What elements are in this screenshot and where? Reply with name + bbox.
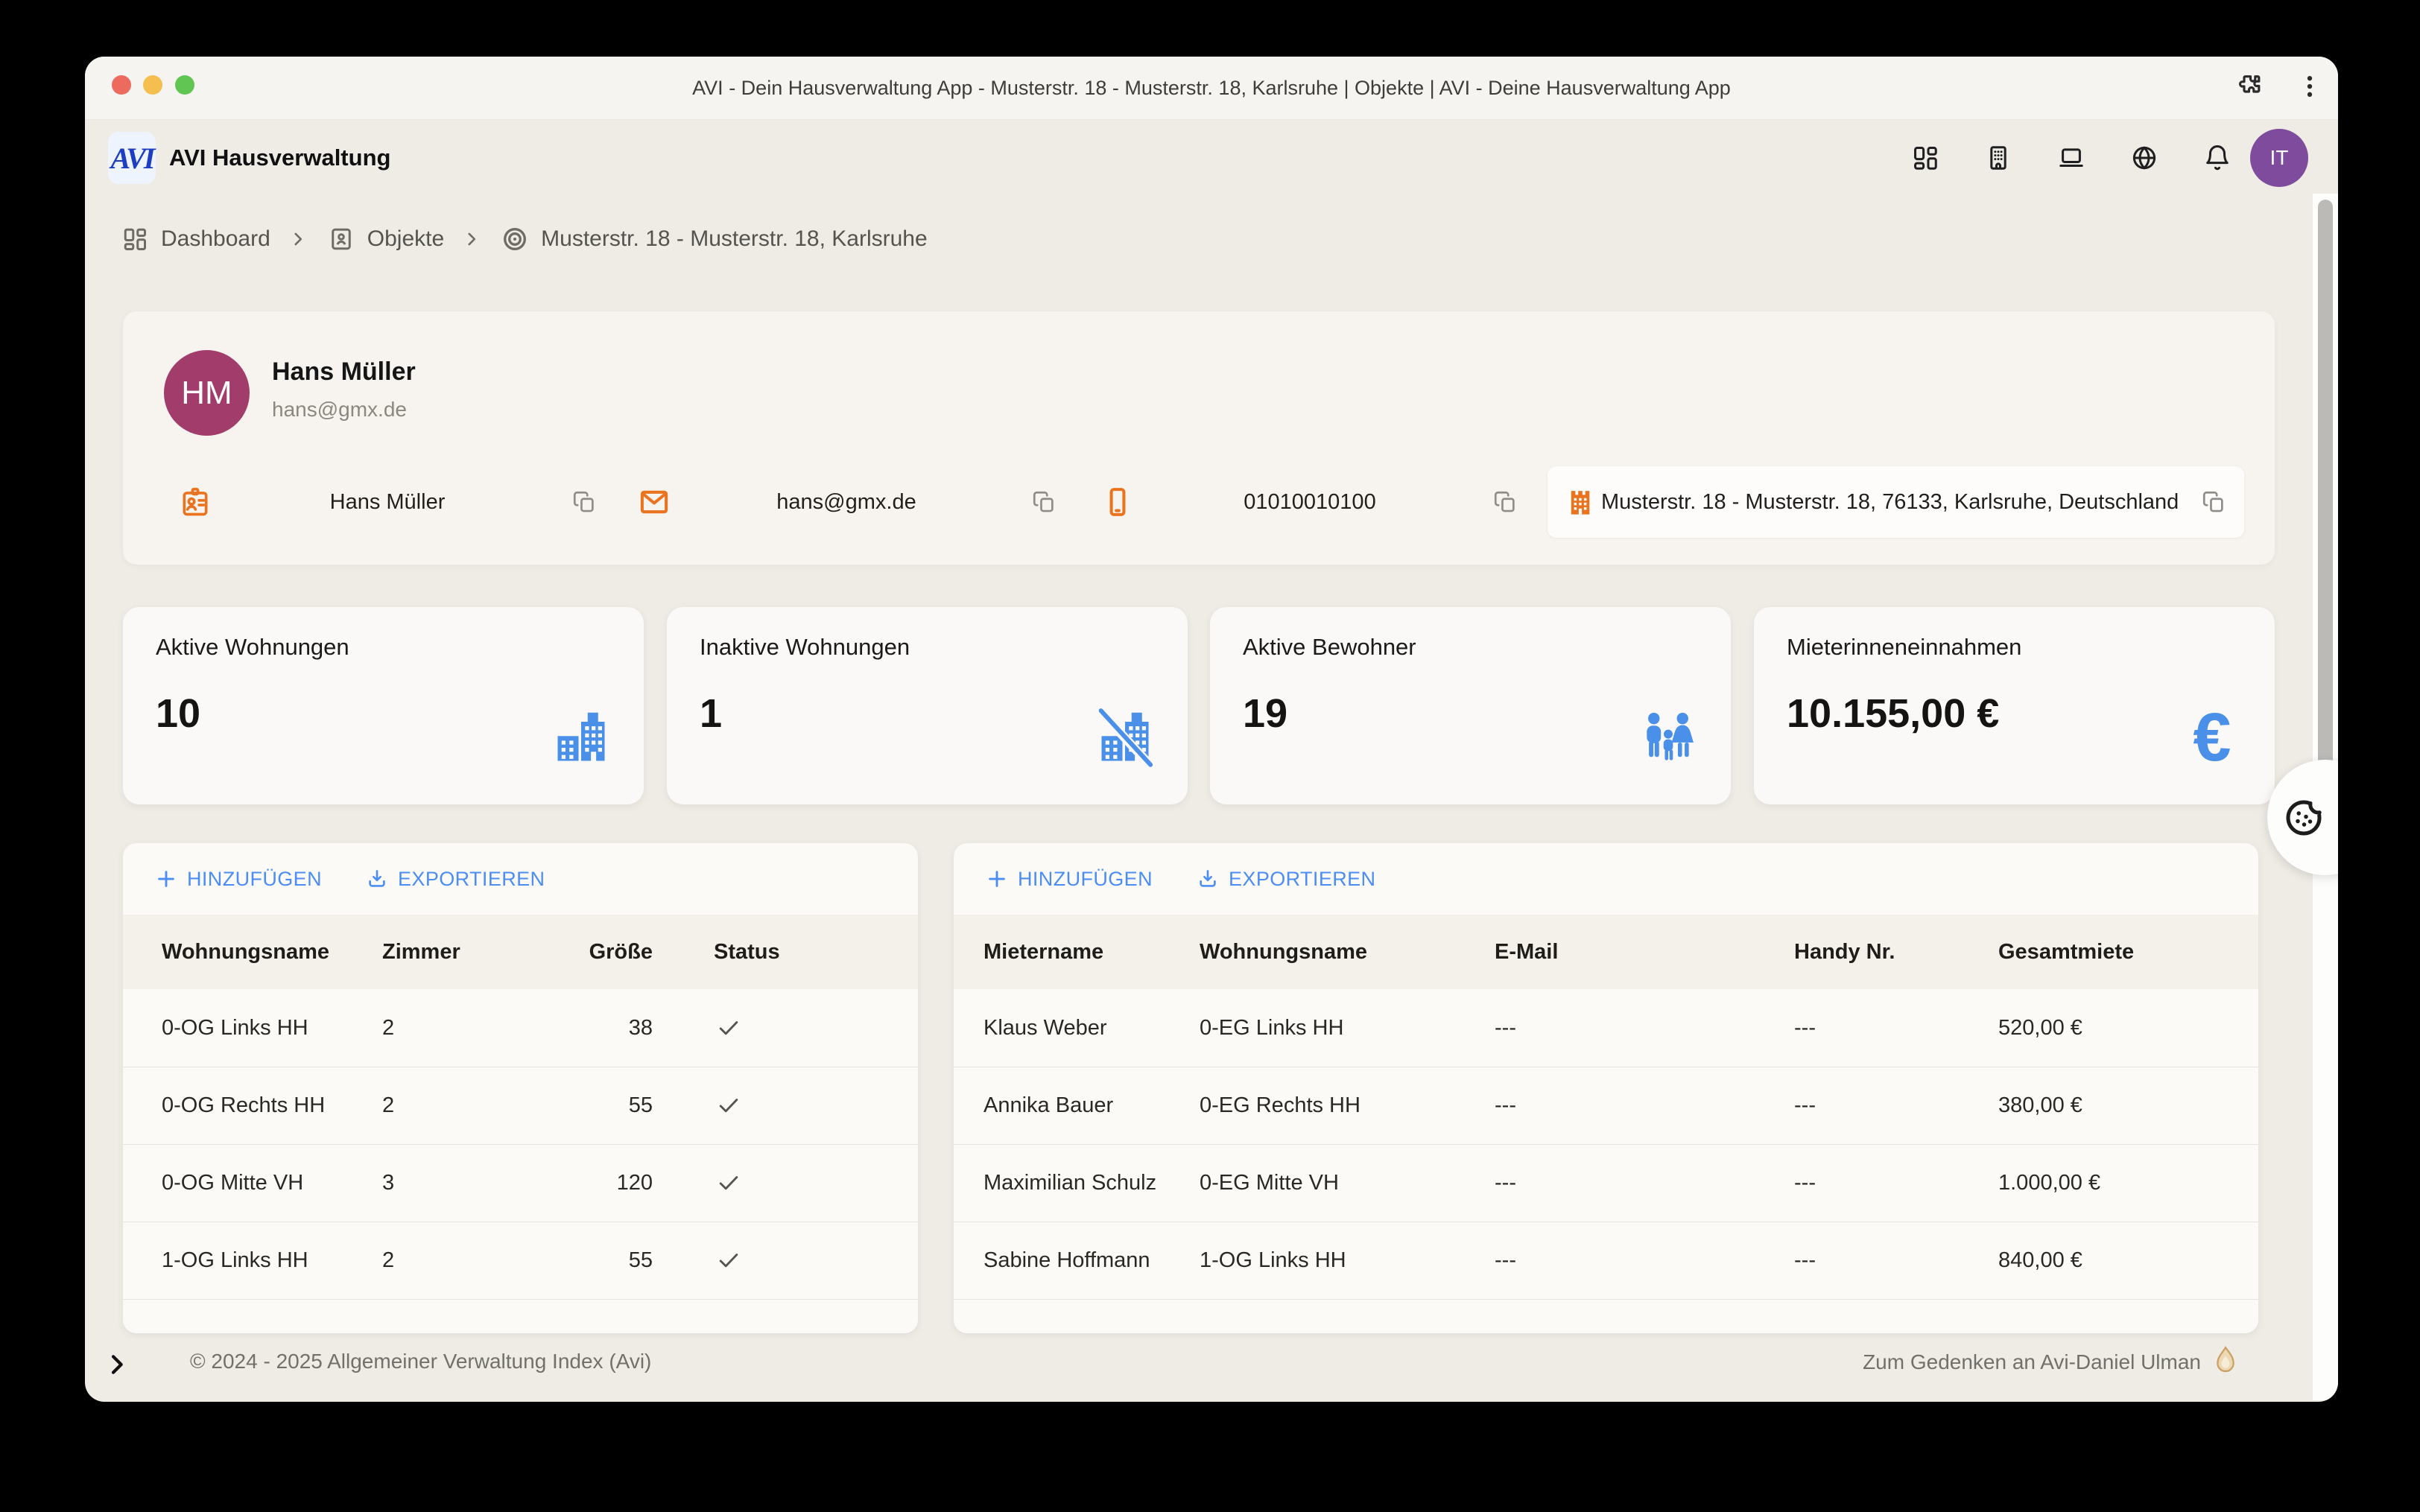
stat-label: Aktive Wohnungen (156, 634, 349, 661)
user-avatar[interactable]: IT (2250, 129, 2308, 187)
plus-icon (985, 867, 1009, 891)
copy-icon[interactable] (1491, 488, 1519, 516)
breadcrumb-label: Musterstr. 18 - Musterstr. 18, Karlsruhe (541, 226, 928, 252)
contact-email-value: hans@gmx.de (679, 486, 1014, 518)
apartments-toolbar: HINZUFÜGEN EXPORTIEREN (123, 843, 918, 915)
export-button[interactable]: EXPORTIEREN (365, 867, 545, 891)
sidebar-expand-chevron[interactable] (104, 1347, 134, 1382)
bell-icon[interactable] (2202, 143, 2232, 173)
stat-card-active-apartments: Aktive Wohnungen 10 (123, 607, 644, 804)
apartments-table-header: Wohnungsname Zimmer Größe Status (123, 915, 918, 989)
candle-flame-icon (2213, 1345, 2238, 1379)
dashboard-grid-icon[interactable] (1910, 143, 1940, 173)
add-button[interactable]: HINZUFÜGEN (154, 867, 322, 891)
contact-address-value: Musterstr. 18 - Musterstr. 18, 76133, Ka… (1601, 490, 2179, 515)
plus-icon (154, 867, 178, 891)
tenants-table-header: Mietername Wohnungsname E-Mail Handy Nr.… (954, 915, 2258, 989)
laptop-icon[interactable] (2056, 143, 2086, 173)
table-row[interactable]: Klaus Weber0-EG Links HH------520,00 € (954, 989, 2258, 1067)
chevron-right-icon (462, 229, 481, 249)
app-name: AVI Hausverwaltung (169, 144, 390, 171)
contact-card-icon (326, 223, 357, 255)
stat-card-active-residents: Aktive Bewohner 19 (1210, 607, 1731, 804)
check-icon (714, 1168, 744, 1198)
stat-value: 1 (700, 690, 722, 737)
table-row[interactable]: Annika Bauer0-EG Rechts HH------380,00 € (954, 1067, 2258, 1145)
check-icon (714, 1090, 744, 1120)
breadcrumb-item-current[interactable]: Musterstr. 18 - Musterstr. 18, Karlsruhe (499, 223, 928, 255)
breadcrumb-item-objekte[interactable]: Objekte (326, 223, 444, 255)
owner-name: Hans Müller (272, 358, 416, 387)
breadcrumb-label: Dashboard (161, 226, 270, 252)
table-row[interactable]: Maximilian Schulz0-EG Mitte VH------1.00… (954, 1144, 2258, 1222)
mail-icon (638, 486, 671, 518)
owner-avatar: HM (164, 350, 250, 436)
copy-icon[interactable] (1030, 488, 1058, 516)
breadcrumb: Dashboard Objekte Musterst (119, 216, 928, 262)
stat-label: Mieterinneneinnahmen (1787, 634, 2021, 661)
stat-value: 10 (156, 690, 200, 737)
smartphone-icon (1101, 486, 1134, 518)
family-icon (1637, 706, 1700, 769)
memorial-text: Zum Gedenken an Avi-Daniel Ulman (1863, 1350, 2201, 1374)
table-row[interactable]: 0-OG Mitte VH3120 (123, 1144, 918, 1222)
browser-titlebar: AVI - Dein Hausverwaltung App - Musterst… (85, 57, 2338, 120)
building-slash-icon (1094, 706, 1156, 769)
cookie-icon (2281, 795, 2326, 840)
building-solid-icon (1564, 486, 1597, 518)
copy-icon[interactable] (2199, 488, 2228, 516)
copy-icon[interactable] (570, 488, 598, 516)
euro-icon: € (2181, 706, 2243, 769)
scrollbar-thumb[interactable] (2318, 200, 2333, 781)
dashboard-grid-icon (119, 223, 151, 255)
browser-window: AVI - Dein Hausverwaltung App - Musterst… (85, 57, 2338, 1402)
owner-email: hans@gmx.de (272, 398, 407, 422)
extensions-icon[interactable] (2231, 69, 2267, 104)
apartments-table-card: HINZUFÜGEN EXPORTIEREN Wohnungsname Zimm… (123, 843, 918, 1333)
cookie-settings-button[interactable] (2267, 760, 2338, 875)
download-icon (1196, 867, 1220, 891)
owner-profile-card: HM Hans Müller hans@gmx.de Hans Müller (123, 311, 2275, 565)
stat-card-rental-income: Mieterinneneinnahmen 10.155,00 € € (1754, 607, 2275, 804)
address-chip: Musterstr. 18 - Musterstr. 18, 76133, Ka… (1548, 466, 2244, 538)
building-solid-icon (550, 706, 612, 769)
breadcrumb-item-dashboard[interactable]: Dashboard (119, 223, 270, 255)
download-icon (365, 867, 389, 891)
app-header: AVI AVI Hausverwaltung (85, 119, 2338, 197)
eye-icon (499, 223, 530, 255)
check-icon (714, 1245, 744, 1275)
id-badge-icon (179, 486, 212, 518)
stat-label: Inaktive Wohnungen (700, 634, 910, 661)
browser-tab-title: AVI - Dein Hausverwaltung App - Musterst… (85, 57, 2338, 119)
memorial-note: Zum Gedenken an Avi-Daniel Ulman (1863, 1345, 2238, 1379)
copyright-text: © 2024 - 2025 Allgemeiner Verwaltung Ind… (190, 1350, 651, 1373)
add-button[interactable]: HINZUFÜGEN (985, 867, 1153, 891)
contact-name-value: Hans Müller (220, 486, 555, 518)
contact-phone-value: 01010010100 (1142, 486, 1477, 518)
table-row[interactable]: Sabine Hoffmann1-OG Links HH------840,00… (954, 1222, 2258, 1300)
building-icon[interactable] (1983, 143, 2013, 173)
table-row[interactable]: 1-OG Links HH255 (123, 1222, 918, 1300)
stat-value: 10.155,00 € (1787, 690, 1999, 737)
tenants-table-card: HINZUFÜGEN EXPORTIEREN Mietername Wohnun… (954, 843, 2258, 1333)
tenants-toolbar: HINZUFÜGEN EXPORTIEREN (954, 843, 2258, 915)
chevron-right-icon (288, 229, 308, 249)
globe-icon[interactable] (2129, 143, 2159, 173)
table-row[interactable]: 0-OG Rechts HH255 (123, 1067, 918, 1145)
breadcrumb-label: Objekte (367, 226, 444, 252)
browser-menu-icon[interactable] (2292, 69, 2328, 104)
stat-card-inactive-apartments: Inaktive Wohnungen 1 (667, 607, 1188, 804)
table-row[interactable]: 0-OG Links HH238 (123, 989, 918, 1067)
check-icon (714, 1013, 744, 1043)
app-logo[interactable]: AVI (108, 132, 156, 184)
export-button[interactable]: EXPORTIEREN (1196, 867, 1375, 891)
stat-label: Aktive Bewohner (1243, 634, 1416, 661)
stat-value: 19 (1243, 690, 1287, 737)
